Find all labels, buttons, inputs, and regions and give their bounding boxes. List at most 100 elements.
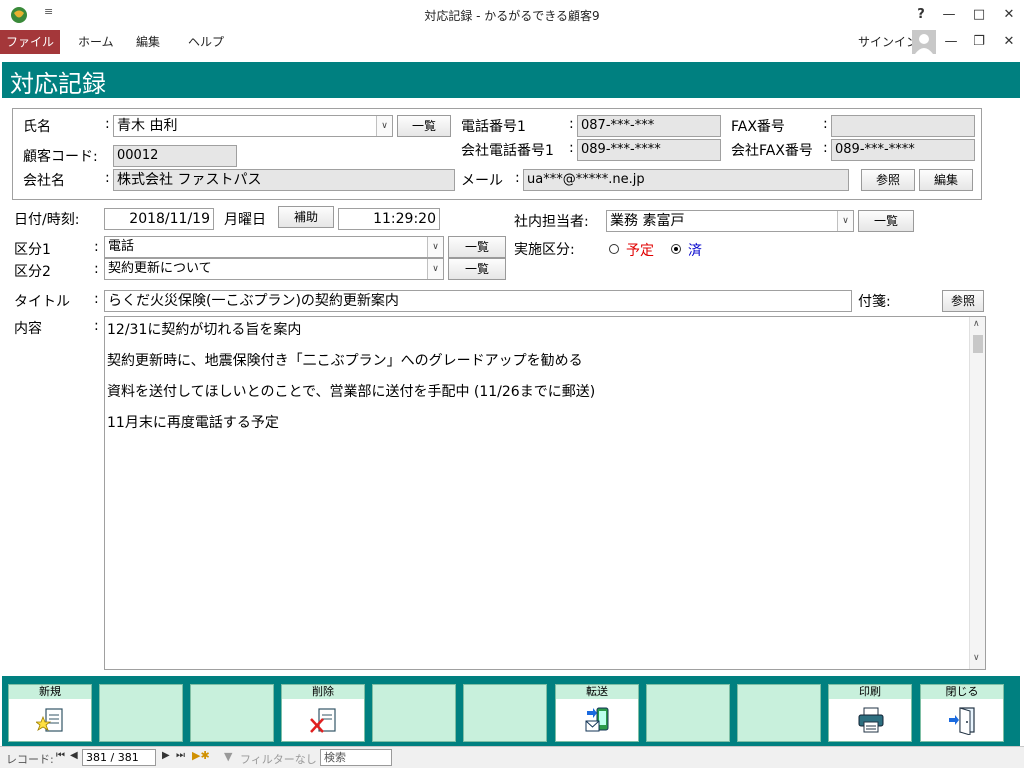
first-record-icon[interactable]: ⏮ (56, 750, 65, 761)
title-bar: ≡ 対応記録 - かるがるできる顧客9 ? — □ ✕ (0, 0, 1024, 30)
ribbon-restore-button[interactable]: ❐ (964, 31, 994, 53)
category2-list-button[interactable]: 一覧 (448, 258, 506, 280)
company-fax-colon: : (823, 140, 828, 156)
last-record-icon[interactable]: ⏭ (176, 750, 185, 761)
toolbar-empty-slot (372, 684, 456, 742)
close-window-button[interactable]: ✕ (994, 4, 1024, 26)
menu-help[interactable]: ヘルプ (176, 30, 236, 54)
record-position-field[interactable]: 381 / 381 (82, 749, 156, 766)
content-line-3: 資料を送付してほしいとのことで、営業部に送付を手配中 (11/26までに郵送) (107, 384, 596, 400)
category1-list-button[interactable]: 一覧 (448, 236, 506, 258)
content-line-1: 12/31に契約が切れる旨を案内 (107, 322, 302, 338)
close-button[interactable]: 閉じる (920, 684, 1004, 742)
company-phone1-field: 089-***-**** (577, 139, 721, 161)
status-done-label: 済 (688, 243, 702, 259)
company-fax-label: 会社FAX番号 (731, 143, 813, 159)
category2-value: 契約更新について (108, 261, 212, 276)
title-label: タイトル (14, 294, 70, 310)
chevron-down-icon[interactable]: ∨ (376, 116, 392, 136)
ribbon-close-button[interactable]: ✕ (994, 31, 1024, 53)
mail-label: メール (461, 173, 503, 189)
search-input[interactable]: 検索 (320, 749, 392, 766)
user-icon (915, 34, 933, 54)
fax-label: FAX番号 (731, 119, 785, 135)
menu-edit[interactable]: 編集 (124, 30, 172, 54)
menu-home[interactable]: ホーム (66, 30, 126, 54)
delete-caption: 削除 (282, 685, 364, 699)
company-field: 株式会社 ファストパス (113, 169, 455, 191)
help-button[interactable]: ? (906, 4, 936, 26)
exit-door-icon (949, 707, 975, 735)
staff-combobox[interactable]: 業務 素富戸 ∨ (606, 210, 854, 232)
print-caption: 印刷 (829, 685, 911, 699)
new-caption: 新規 (9, 685, 91, 699)
print-button[interactable]: 印刷 (828, 684, 912, 742)
filter-status[interactable]: フィルターなし (240, 751, 317, 767)
avatar[interactable] (912, 30, 936, 54)
staff-label: 社内担当者: (514, 214, 589, 230)
content-label: 内容 (14, 321, 42, 337)
new-document-icon (36, 708, 63, 732)
status-planned-radio[interactable]: 予定 (608, 240, 668, 259)
name-label: 氏名 (23, 119, 51, 135)
content-scrollbar[interactable]: ∧ ∨ (969, 317, 985, 669)
minimize-button[interactable]: — (934, 4, 964, 26)
staff-value: 業務 素富戸 (610, 213, 685, 229)
chevron-down-icon[interactable]: ∨ (837, 211, 853, 231)
status-done-radio[interactable]: 済 (670, 240, 720, 259)
close-caption: 閉じる (921, 685, 1003, 699)
delete-button[interactable]: 削除 (281, 684, 365, 742)
assist-button[interactable]: 補助 (278, 206, 334, 228)
scroll-thumb[interactable] (973, 335, 983, 353)
new-button[interactable]: 新規 (8, 684, 92, 742)
status-bar: レコード: ⏮ ◀ 381 / 381 ▶ ⏭ ▶✱ ▼ フィルターなし 検索 (0, 746, 1024, 768)
transfer-caption: 転送 (556, 685, 638, 699)
category2-colon: : (94, 261, 99, 277)
title-colon: : (94, 291, 99, 307)
title-field[interactable]: らくだ火災保険(一こぶプラン)の契約更新案内 (104, 290, 852, 312)
category1-colon: : (94, 239, 99, 255)
category1-label: 区分1 (14, 242, 51, 258)
prev-record-icon[interactable]: ◀ (70, 750, 78, 761)
ribbon-minimize-button[interactable]: — (936, 31, 966, 53)
company-phone1-colon: : (569, 140, 574, 156)
customer-code-label: 顧客コード: (23, 149, 98, 165)
company-phone1-label: 会社電話番号1 (461, 143, 554, 159)
chevron-down-icon[interactable]: ∨ (427, 259, 443, 279)
maximize-button[interactable]: □ (964, 4, 994, 26)
toolbar-empty-slot (190, 684, 274, 742)
category2-combobox[interactable]: 契約更新について ∨ (104, 258, 444, 280)
scroll-up-icon[interactable]: ∧ (973, 319, 980, 329)
mail-browse-button[interactable]: 参照 (861, 169, 915, 191)
content-line-2: 契約更新時に、地震保険付き「二こぶプラン」へのグレードアップを勧める (107, 353, 583, 369)
next-record-icon[interactable]: ▶ (162, 750, 170, 761)
staff-list-button[interactable]: 一覧 (858, 210, 914, 232)
action-toolbar: 新規 削除 転送 印刷 閉じる (2, 676, 1020, 746)
printer-icon (858, 707, 884, 733)
name-colon: : (105, 116, 110, 132)
company-colon: : (105, 170, 110, 186)
content-textarea[interactable]: 12/31に契約が切れる旨を案内 契約更新時に、地震保険付き「二こぶプラン」への… (104, 316, 986, 670)
date-field[interactable]: 2018/11/19 (104, 208, 214, 230)
transfer-button[interactable]: 転送 (555, 684, 639, 742)
toolbar-empty-slot (99, 684, 183, 742)
name-list-button[interactable]: 一覧 (397, 115, 451, 137)
category1-value: 電話 (108, 239, 135, 254)
company-label: 会社名 (23, 173, 65, 189)
phone1-field: 087-***-*** (577, 115, 721, 137)
date-label: 日付/時刻: (14, 212, 80, 228)
scroll-down-icon[interactable]: ∨ (973, 653, 980, 663)
time-field[interactable]: 11:29:20 (338, 208, 440, 230)
new-record-icon[interactable]: ▶✱ (192, 749, 210, 762)
name-combobox[interactable]: 青木 由利 ∨ (113, 115, 393, 137)
menu-file[interactable]: ファイル (0, 30, 60, 54)
chevron-down-icon[interactable]: ∨ (427, 237, 443, 257)
mail-edit-button[interactable]: 編集 (919, 169, 973, 191)
fax-field (831, 115, 975, 137)
customer-code-field: 00012 (113, 145, 237, 167)
category1-combobox[interactable]: 電話 ∨ (104, 236, 444, 258)
content-line-4: 11月末に再度電話する予定 (107, 415, 279, 431)
tag-browse-button[interactable]: 参照 (942, 290, 984, 312)
mail-field: ua***@*****.ne.jp (523, 169, 849, 191)
phone1-label: 電話番号1 (461, 119, 526, 135)
